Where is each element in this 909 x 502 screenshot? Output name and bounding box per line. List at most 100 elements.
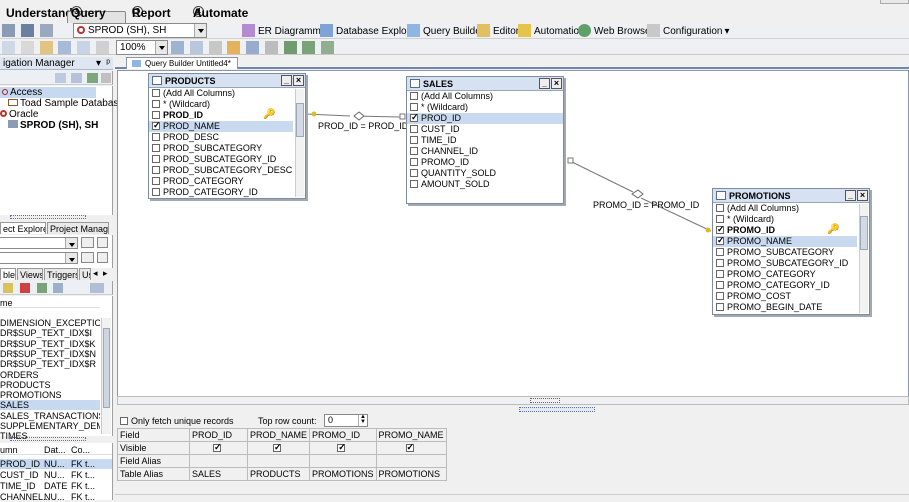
spinner-icon[interactable]: ▲ ▼ — [358, 414, 367, 426]
column-header-comment[interactable]: Co... — [71, 445, 90, 454]
run-icon[interactable] — [246, 41, 260, 54]
open-icon[interactable] — [2, 24, 15, 37]
column-checkbox[interactable] — [410, 180, 418, 188]
chevron-down-icon[interactable]: ▾ — [96, 57, 101, 70]
tab-query-builder-untitled4[interactable]: Query Builder Untitled4* — [126, 57, 238, 69]
expand-icon[interactable] — [71, 73, 82, 83]
configuration-button[interactable]: Configuration ▾ — [647, 24, 730, 40]
export-icon[interactable] — [283, 41, 297, 54]
column-checkbox[interactable] — [716, 204, 724, 212]
refresh-icon[interactable] — [55, 73, 66, 83]
paste-icon[interactable] — [39, 41, 53, 54]
list-item[interactable]: SALES_TRANSACTIONS_E — [0, 411, 100, 421]
grid-cell[interactable]: PRODUCTS — [246, 467, 311, 481]
column-item[interactable]: AMOUNT_SOLD — [407, 179, 563, 190]
table-row[interactable]: TIME_ID DATE FK t... — [0, 481, 112, 491]
editor-button[interactable]: Editor — [477, 24, 519, 40]
tab-triggers[interactable]: Triggers — [44, 268, 78, 280]
properties-icon[interactable] — [53, 283, 63, 293]
tree-item-sprod[interactable]: SPROD (SH), SH — [0, 120, 98, 131]
filter-icon[interactable] — [264, 41, 278, 54]
objects-list-header[interactable]: me — [0, 298, 100, 308]
print-icon[interactable] — [39, 24, 53, 37]
close-icon[interactable]: × — [551, 78, 562, 89]
view-options-icon[interactable] — [90, 283, 104, 293]
column-header-name[interactable]: umn — [0, 445, 18, 454]
chevron-down-icon[interactable] — [65, 238, 77, 248]
join-line-sales-promotions[interactable] — [569, 160, 634, 193]
column-item[interactable]: PROMO_SUBCATEGORY — [713, 247, 857, 258]
list-item[interactable]: DIMENSION_EXCEPTIONS — [0, 318, 100, 328]
add-connection-icon[interactable] — [87, 73, 98, 83]
list-item[interactable]: DR$SUP_TEXT_IDX$N — [0, 349, 100, 359]
tab-project-manager[interactable]: Project Manager — [47, 222, 109, 234]
column-checkbox[interactable] — [410, 158, 418, 166]
column-item[interactable]: QUANTITY_SOLD — [407, 168, 563, 179]
tree-item-access[interactable]: Access — [0, 87, 96, 98]
workflow-understand[interactable]: Understand — [6, 6, 73, 20]
grid-cell[interactable] — [309, 454, 377, 468]
object-filter-combo[interactable] — [0, 252, 78, 264]
grid-cell[interactable]: PROMO_ID — [309, 428, 377, 442]
list-item[interactable]: ORDERS — [0, 370, 100, 380]
column-checkbox[interactable] — [716, 281, 724, 289]
import-icon[interactable] — [302, 41, 316, 54]
pin-icon[interactable]: ᵖ — [106, 57, 110, 70]
grid-icon[interactable] — [58, 41, 72, 54]
column-item[interactable]: PROMO_CATEGORY — [713, 269, 857, 280]
chevron-down-icon[interactable] — [65, 253, 77, 263]
splitter-handle[interactable] — [519, 407, 595, 412]
join-label-products-sales[interactable]: PROD_ID = PROD_ID — [318, 121, 408, 131]
column-item[interactable]: TIME_ID — [407, 135, 563, 146]
sum-icon[interactable] — [95, 41, 109, 54]
objects-scrollbar[interactable] — [101, 318, 111, 434]
grid-cell[interactable]: PROMOTIONS — [375, 467, 447, 481]
column-checkbox[interactable] — [152, 166, 160, 174]
column-item[interactable]: PROMO_COST — [713, 291, 857, 302]
column-checkbox[interactable] — [152, 144, 160, 152]
chevron-down-icon[interactable] — [97, 252, 108, 263]
tab-tables[interactable]: bles — [0, 268, 16, 280]
column-item[interactable]: * (Wildcard) — [407, 102, 563, 113]
list-item[interactable]: DR$SUP_TEXT_IDX$R — [0, 359, 100, 369]
tree-item-toad-sample[interactable]: Toad Sample Database — [0, 98, 124, 109]
align-icon[interactable] — [189, 41, 203, 54]
filter-objects-icon[interactable] — [37, 283, 47, 293]
close-icon[interactable]: × — [293, 75, 304, 86]
grid-cell[interactable] — [189, 441, 248, 455]
scrollbar-thumb[interactable] — [860, 216, 868, 250]
table-products[interactable]: PRODUCTS _ × (Add All Columns) * (Wildcard)… — [148, 73, 306, 199]
table-row[interactable]: CHANNEL... NU... FK t... — [0, 492, 112, 502]
list-item[interactable]: PROMOTIONS — [0, 390, 100, 400]
column-checkbox[interactable] — [716, 303, 724, 311]
column-checkbox[interactable] — [152, 177, 160, 185]
query-builder-button[interactable]: Query Builder — [407, 24, 484, 40]
column-checkbox[interactable] — [716, 292, 724, 300]
column-item[interactable]: CHANNEL_ID — [407, 146, 563, 157]
chevron-down-icon[interactable] — [194, 24, 206, 37]
column-checkbox[interactable] — [152, 188, 160, 196]
table-sales-title[interactable]: SALES _ × — [407, 77, 563, 91]
join-diamond-icon[interactable] — [631, 189, 644, 199]
column-item[interactable]: PROD_CATEGORY — [149, 176, 293, 187]
grid-cell[interactable]: SALES — [189, 467, 248, 481]
scrollbar-grip[interactable] — [530, 398, 560, 403]
column-item[interactable]: CUST_ID — [407, 124, 563, 135]
web-browser-button[interactable]: Web Browser — [578, 24, 654, 40]
save-icon[interactable] — [20, 24, 34, 37]
tree-item-oracle[interactable]: Oracle — [0, 109, 38, 120]
grid-cell[interactable] — [375, 441, 447, 455]
column-checkbox[interactable] — [716, 215, 724, 223]
highlight-icon[interactable] — [227, 41, 241, 54]
column-checkbox[interactable] — [410, 125, 418, 133]
visible-checkbox[interactable] — [337, 442, 346, 453]
table-products-title[interactable]: PRODUCTS _ × — [149, 74, 305, 88]
column-checkbox[interactable] — [716, 259, 724, 267]
grid-cell[interactable]: PROD_NAME — [246, 428, 311, 442]
splitter-handle[interactable] — [10, 215, 86, 219]
visible-checkbox[interactable] — [213, 442, 222, 453]
column-item[interactable]: (Add All Columns) — [713, 203, 857, 214]
column-item[interactable]: PROD_SUBCATEGORY — [149, 143, 293, 154]
splitter-handle[interactable] — [10, 437, 86, 441]
grid-cell[interactable]: PROMO_NAME — [375, 428, 447, 442]
